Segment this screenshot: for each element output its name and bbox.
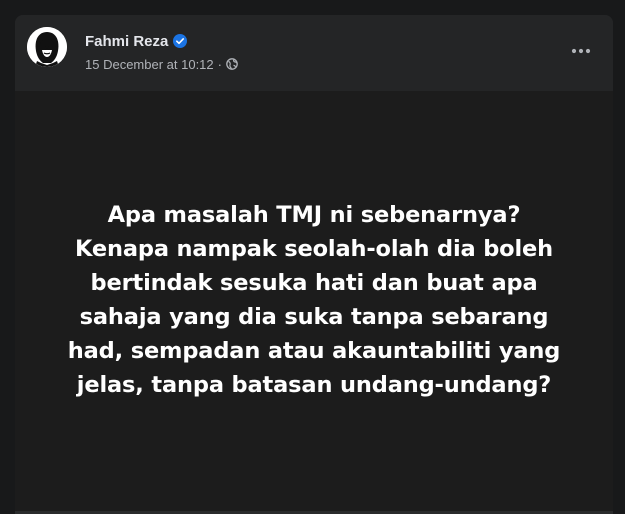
more-options-button[interactable]: [563, 33, 599, 69]
post-content: Apa masalah TMJ ni sebenarnya? Kenapa na…: [15, 91, 613, 511]
author-name[interactable]: Fahmi Reza: [85, 33, 168, 50]
post-header: Fahmi Reza 15 December at 10:12 ·: [15, 15, 613, 91]
post-card: Fahmi Reza 15 December at 10:12 · Apa ma…: [15, 15, 613, 514]
post-text-line: Apa masalah TMJ ni sebenarnya?: [107, 202, 521, 228]
post-text: Apa masalah TMJ ni sebenarnya? Kenapa na…: [54, 198, 574, 402]
meta-separator: ·: [217, 56, 222, 72]
globe-icon[interactable]: [226, 58, 238, 70]
post-meta: 15 December at 10:12 ·: [85, 56, 238, 72]
post-timestamp[interactable]: 15 December at 10:12: [85, 57, 214, 72]
verified-badge-icon: [173, 34, 188, 48]
author-row: Fahmi Reza: [85, 32, 188, 50]
avatar-portrait-icon: [27, 27, 67, 67]
post-text-line: sahaja yang dia suka tanpa sebarang: [79, 304, 549, 330]
post-text-line: Kenapa nampak seolah-olah dia boleh: [74, 236, 554, 262]
post-text-line: jelas, tanpa batasan undang-undang?: [76, 372, 552, 398]
post-text-line: had, sempadan atau akauntabiliti yang: [67, 338, 561, 364]
avatar[interactable]: [27, 27, 67, 67]
post-text-line: bertindak sesuka hati dan buat apa: [90, 270, 538, 296]
more-horizontal-icon: [571, 48, 591, 54]
